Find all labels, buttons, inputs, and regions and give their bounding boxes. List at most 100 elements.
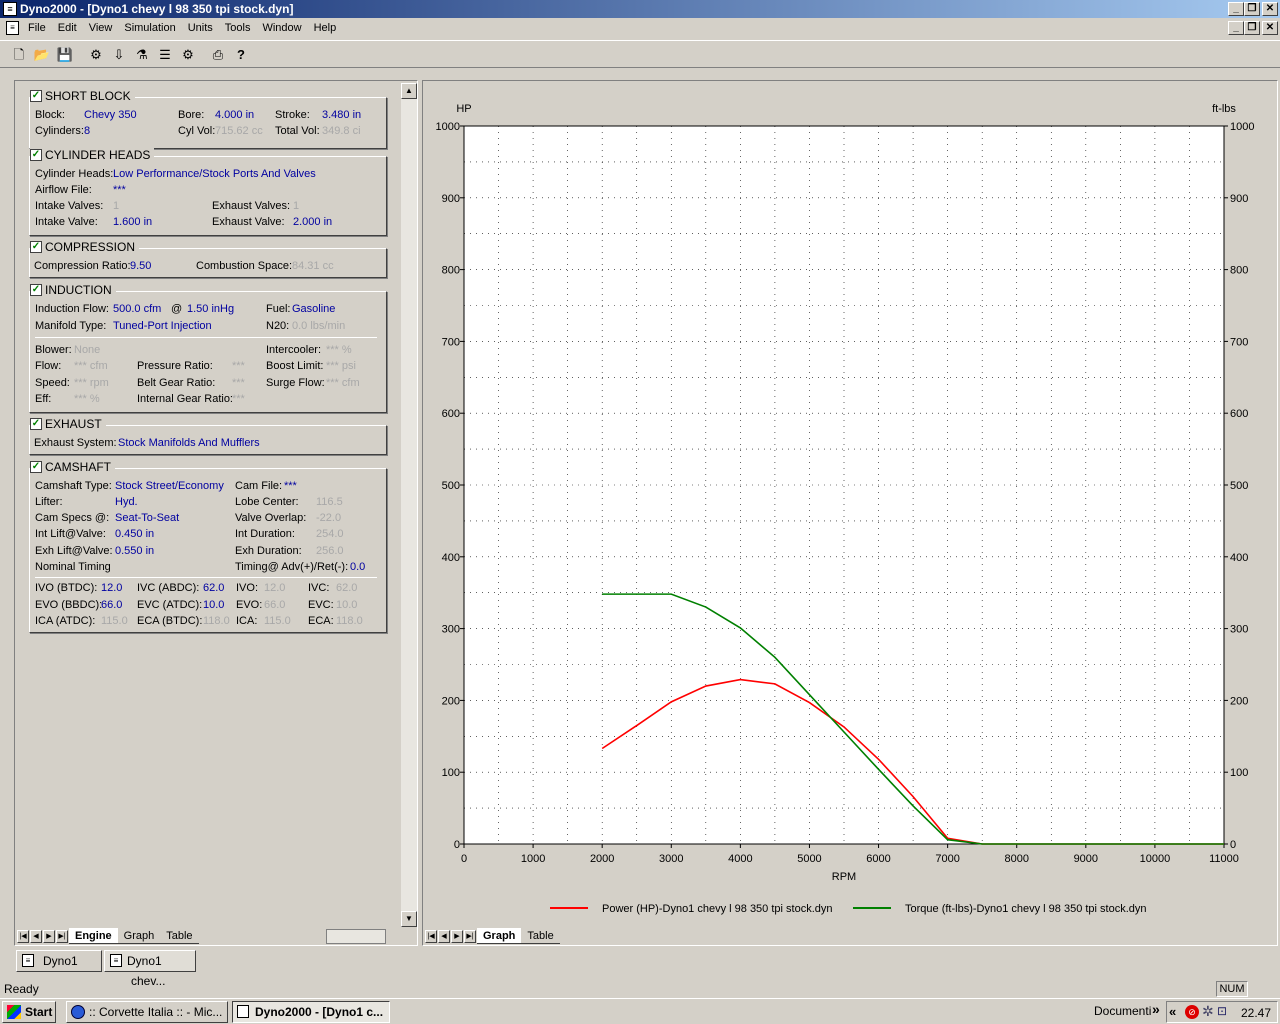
lifter-label: Lifter: — [35, 496, 63, 508]
start-button[interactable]: Start — [2, 1001, 56, 1023]
manifold-value[interactable]: Tuned-Port Injection — [113, 320, 212, 332]
doc-tab-dyno1-chevy[interactable]: ≡ Dyno1 chev... — [104, 950, 196, 988]
toolbar-chevron[interactable]: » — [1152, 1001, 1160, 1017]
evc-atdc-value[interactable]: 10.0 — [203, 599, 224, 611]
exhaust-system-value[interactable]: Stock Manifolds And Mufflers — [118, 437, 260, 449]
internal-ratio-value: *** — [232, 393, 245, 405]
print-icon[interactable]: ⎙ — [207, 44, 229, 66]
exhaust-valve-value[interactable]: 2.000 in — [293, 216, 332, 228]
menu-help[interactable]: Help — [308, 18, 343, 38]
tab-graph-left[interactable]: Graph — [117, 928, 161, 944]
task-dyno2000[interactable]: Dyno2000 - [Dyno1 c... — [232, 1001, 390, 1023]
bore-value[interactable]: 4.000 in — [215, 109, 254, 121]
first-tab-button[interactable]: |◀ — [17, 929, 29, 943]
evo-bbdc-value[interactable]: 66.0 — [101, 599, 122, 611]
ica-atdc-value: 115.0 — [101, 615, 128, 627]
doc-close-button[interactable]: ✕ — [1262, 21, 1278, 35]
camshaft-type-value[interactable]: Stock Street/Economy — [115, 480, 224, 492]
intake-valve-value[interactable]: 1.600 in — [113, 216, 152, 228]
network-icon[interactable]: ⊡ — [1217, 1004, 1227, 1018]
menu-units[interactable]: Units — [182, 18, 219, 38]
minimize-button[interactable]: _ — [1228, 2, 1244, 16]
new-file-icon[interactable]: 🗋 — [8, 44, 30, 66]
graph-first-tab-button[interactable]: |◀ — [425, 929, 437, 943]
stroke-value[interactable]: 3.480 in — [322, 109, 361, 121]
cylinder-heads-checkbox[interactable]: ✓ — [30, 149, 42, 161]
doc-minimize-button[interactable]: _ — [1228, 21, 1244, 35]
next-tab-button[interactable]: ▶ — [43, 929, 55, 943]
close-button[interactable]: ✕ — [1262, 2, 1278, 16]
engine-pane: ▲ ▼ ✓ SHORT BLOCK Block: Chevy 350 Bore: … — [14, 80, 418, 946]
restore-button[interactable]: ❐ — [1244, 2, 1260, 16]
ivc-abdc-value[interactable]: 62.0 — [203, 582, 224, 594]
block-value[interactable]: Chevy 350 — [84, 109, 137, 121]
menu-file[interactable]: File — [22, 18, 52, 38]
last-tab-button[interactable]: ▶| — [56, 929, 68, 943]
induction-pressure-value[interactable]: 1.50 inHg — [187, 303, 234, 315]
compression-ratio-value[interactable]: 9.50 — [130, 260, 151, 272]
tab-table[interactable]: Table — [521, 928, 560, 944]
exhaust-checkbox[interactable]: ✓ — [30, 418, 42, 430]
doc-tab-dyno1[interactable]: ≡ Dyno1 — [16, 950, 102, 972]
open-folder-icon[interactable]: 📂 — [31, 44, 53, 66]
exhaust-icon[interactable]: ⚙ — [177, 44, 199, 66]
tab-table-left[interactable]: Table — [160, 928, 199, 944]
engine-icon[interactable]: ⚙ — [85, 44, 107, 66]
heads-value[interactable]: Low Performance/Stock Ports And Valves — [113, 168, 316, 180]
graph-last-tab-button[interactable]: ▶| — [464, 929, 476, 943]
menu-simulation[interactable]: Simulation — [118, 18, 181, 38]
graph-next-tab-button[interactable]: ▶ — [451, 929, 463, 943]
ivc-abdc-label: IVC (ABDC): — [137, 582, 200, 594]
cam-specs-value[interactable]: Seat-To-Seat — [115, 512, 179, 524]
y-tick-label: 200 — [442, 695, 460, 707]
tab-graph[interactable]: Graph — [477, 928, 522, 944]
save-icon[interactable]: 💾 — [54, 44, 76, 66]
airflow-value[interactable]: *** — [113, 184, 126, 196]
cylinders-value[interactable]: 8 — [84, 125, 90, 137]
induction-flow-value[interactable]: 500.0 cfm — [113, 303, 161, 315]
menu-edit[interactable]: Edit — [52, 18, 83, 38]
doc-restore-button[interactable]: ❐ — [1244, 21, 1260, 35]
y2-tick-label: 0 — [1230, 839, 1236, 851]
heads-icon[interactable]: ⚗ — [131, 44, 153, 66]
help-icon[interactable]: ? — [230, 44, 252, 66]
document-icon[interactable]: ≡ — [6, 21, 19, 35]
graph-prev-tab-button[interactable]: ◀ — [438, 929, 450, 943]
menu-tools[interactable]: Tools — [219, 18, 257, 38]
horizontal-scrollbar-left[interactable] — [325, 928, 386, 944]
int-lift-value[interactable]: 0.450 in — [115, 528, 154, 540]
messenger-icon[interactable]: ✲ — [1202, 1003, 1214, 1020]
tray-expand-chevron[interactable]: « — [1169, 1004, 1176, 1019]
intake-icon[interactable]: ☰ — [154, 44, 176, 66]
y-tick-label: 800 — [442, 265, 460, 277]
internal-ratio-label: Internal Gear Ratio: — [137, 393, 233, 405]
lifter-value[interactable]: Hyd. — [115, 496, 138, 508]
task-corvette-italia[interactable]: :: Corvette Italia :: - Mic... — [66, 1001, 228, 1023]
antivirus-icon[interactable]: ⊘ — [1185, 1005, 1199, 1019]
intake-valves-value: 1 — [113, 200, 120, 212]
camshaft-checkbox[interactable]: ✓ — [30, 461, 42, 473]
fuel-value[interactable]: Gasoline — [292, 303, 335, 315]
menu-view[interactable]: View — [83, 18, 119, 38]
scroll-up-button[interactable]: ▲ — [401, 83, 417, 99]
cylinders-label: Cylinders: — [35, 125, 84, 137]
short-block-checkbox[interactable]: ✓ — [30, 90, 42, 102]
timing-value[interactable]: 0.0 — [350, 561, 365, 573]
tab-engine[interactable]: Engine — [69, 928, 118, 944]
camshaft-title: CAMSHAFT — [45, 460, 111, 474]
induction-checkbox[interactable]: ✓ — [30, 284, 42, 296]
compression-checkbox[interactable]: ✓ — [30, 241, 42, 253]
scroll-down-button[interactable]: ▼ — [401, 911, 417, 927]
cam-icon[interactable]: ⇩ — [108, 44, 130, 66]
prev-tab-button[interactable]: ◀ — [30, 929, 42, 943]
x-axis-label: RPM — [832, 871, 856, 883]
menu-window[interactable]: Window — [256, 18, 307, 38]
cam-file-value[interactable]: *** — [284, 480, 297, 492]
evc-label: EVC: — [308, 599, 334, 611]
engine-vertical-scrollbar[interactable]: ▲ ▼ — [401, 83, 417, 927]
ica-atdc-label: ICA (ATDC): — [35, 615, 96, 627]
ivo-btdc-value[interactable]: 12.0 — [101, 582, 122, 594]
browser-icon — [71, 1005, 85, 1019]
documenti-toolbar[interactable]: Documenti — [1094, 1004, 1151, 1018]
exh-lift-value[interactable]: 0.550 in — [115, 545, 154, 557]
